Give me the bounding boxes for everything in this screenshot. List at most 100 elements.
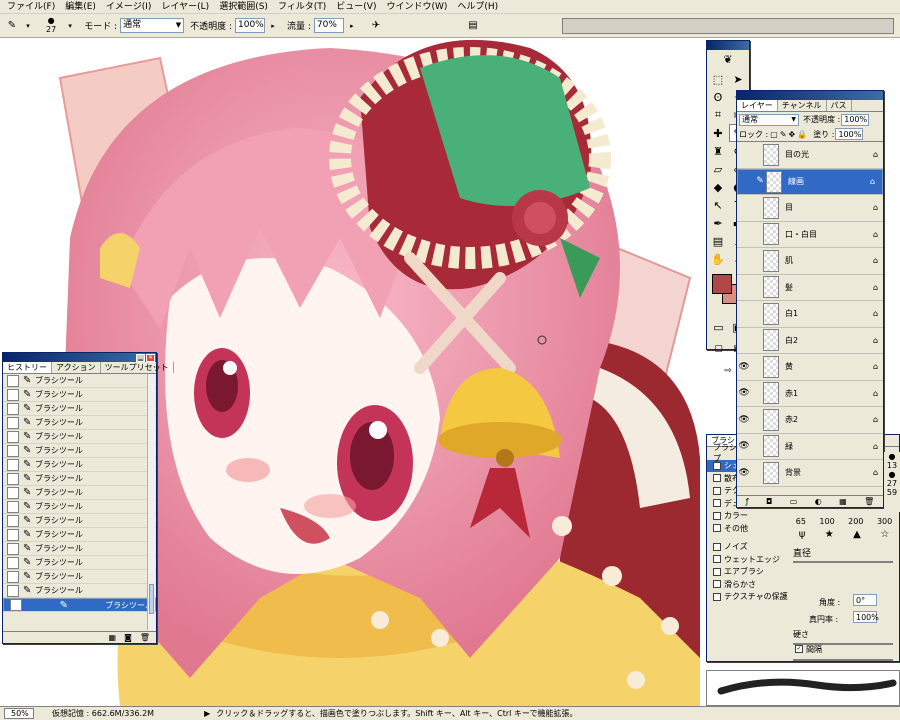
eye-icon[interactable]: 👁 xyxy=(737,388,751,398)
checkbox-icon[interactable] xyxy=(713,592,721,601)
history-item[interactable]: ✎ ブラシツール xyxy=(3,458,156,472)
history-item[interactable]: ✎ ブラシツール xyxy=(3,528,156,542)
layer-row[interactable]: 👁 赤1 ⌂ xyxy=(737,380,883,407)
checkbox-icon[interactable] xyxy=(713,486,721,495)
triangle-right-icon[interactable]: ▸ xyxy=(344,18,360,34)
lock-transparency-icon[interactable]: ▢ xyxy=(770,130,778,139)
history-source-checkbox[interactable] xyxy=(7,374,19,387)
layer-row[interactable]: 肌 ⌂ xyxy=(737,248,883,275)
menu-edit[interactable]: 編集(E) xyxy=(60,0,101,14)
checkbox-icon[interactable] xyxy=(713,499,721,508)
eye-icon[interactable]: 👁 xyxy=(737,415,751,425)
triangle-right-icon[interactable]: ▶ xyxy=(204,709,210,718)
grass-brush-icon[interactable]: ψ xyxy=(799,529,806,540)
history-source-checkbox[interactable] xyxy=(7,514,19,527)
lock-paint-icon[interactable]: ✎ xyxy=(780,130,787,139)
scroll-thumb[interactable] xyxy=(149,584,154,614)
healing-icon[interactable]: ✚ xyxy=(709,124,727,142)
history-source-checkbox[interactable] xyxy=(7,472,19,485)
close-icon[interactable]: ✕ xyxy=(146,353,155,362)
brush-option-item[interactable]: 滑らかさ xyxy=(707,578,789,591)
history-source-checkbox[interactable] xyxy=(7,500,19,513)
history-title-bar[interactable]: ▁ ✕ xyxy=(3,353,156,362)
brush-size[interactable]: 100 xyxy=(819,517,834,526)
layer-row[interactable]: 👁 背景 ⌂ xyxy=(737,460,883,487)
adjustment-layer-icon[interactable]: ◐ xyxy=(815,497,822,506)
history-item[interactable]: ✎ ブラシツール xyxy=(3,374,156,388)
file-browser-icon[interactable]: ▤ xyxy=(465,18,481,34)
brush-size[interactable]: 27 xyxy=(884,479,900,488)
checkbox-icon[interactable] xyxy=(713,542,721,551)
menu-view[interactable]: ビュー(V) xyxy=(331,0,381,14)
history-item[interactable]: ✎ ブラシツール xyxy=(3,570,156,584)
layer-row[interactable]: 目 ⌂ xyxy=(737,195,883,222)
history-source-checkbox[interactable] xyxy=(7,416,19,429)
spacing-slider[interactable] xyxy=(793,659,893,661)
jump-to-imageready-icon[interactable]: ⇨ xyxy=(719,362,737,380)
checkbox-icon[interactable] xyxy=(713,580,721,589)
triangle-right-icon[interactable]: ▸ xyxy=(265,18,281,34)
history-item[interactable]: ✎ ブラシツール xyxy=(3,542,156,556)
move-icon[interactable]: ➤ xyxy=(729,70,747,88)
layer-row[interactable]: 口・白目 ⌂ xyxy=(737,221,883,248)
pen-icon[interactable]: ✒ xyxy=(709,214,727,232)
menu-select[interactable]: 選択範囲(S) xyxy=(214,0,273,14)
layer-row[interactable]: 髪 ⌂ xyxy=(737,274,883,301)
history-item[interactable]: ✎ ブラシツール xyxy=(3,388,156,402)
stamp-icon[interactable]: ♜ xyxy=(709,142,727,160)
history-source-checkbox[interactable] xyxy=(7,570,19,583)
soft-brush-icon[interactable]: ▲ xyxy=(853,529,861,540)
history-source-checkbox[interactable] xyxy=(7,486,19,499)
history-scrollbar[interactable] xyxy=(147,374,155,630)
roundness-input[interactable]: 100% xyxy=(853,611,879,623)
eye-icon[interactable]: 👁 xyxy=(737,468,751,478)
tab-tool-presets[interactable]: ツールプリセット xyxy=(101,362,174,373)
new-document-icon[interactable]: ▦ xyxy=(109,633,117,642)
history-source-checkbox[interactable] xyxy=(7,388,19,401)
trash-icon[interactable]: 🗑 xyxy=(140,633,150,642)
layer-mask-icon[interactable]: ◘ xyxy=(766,497,772,506)
lock-move-icon[interactable]: ✥ xyxy=(789,130,796,139)
brush-option-item[interactable]: ノイズ xyxy=(707,541,789,554)
checkbox-checked-icon[interactable]: ✓ xyxy=(713,461,721,470)
tab-history[interactable]: ヒストリー xyxy=(3,362,52,373)
layer-row[interactable]: 👁 緑 ⌂ xyxy=(737,433,883,460)
lasso-icon[interactable]: ʘ xyxy=(709,88,727,106)
tools-title-bar[interactable] xyxy=(707,41,749,50)
history-source-checkbox[interactable] xyxy=(10,599,22,611)
history-item[interactable]: ✎ ブラシツール xyxy=(3,430,156,444)
tab-actions[interactable]: アクション xyxy=(52,362,101,373)
checkbox-icon[interactable] xyxy=(713,555,721,564)
fill-input[interactable]: 100% xyxy=(835,128,864,140)
menu-help[interactable]: ヘルプ(H) xyxy=(452,0,503,14)
brush-preset-picker[interactable]: ● 27 xyxy=(46,17,56,35)
brush-option-item[interactable]: ウェットエッジ xyxy=(707,553,789,566)
layer-row[interactable]: ✎ 線画 ⌂ xyxy=(737,168,883,195)
angle-input[interactable]: 0° xyxy=(853,594,877,606)
history-source-checkbox[interactable] xyxy=(7,584,19,597)
brush-option-item[interactable]: その他 xyxy=(707,522,789,535)
history-source-checkbox[interactable] xyxy=(7,556,19,569)
brush-option-item[interactable]: エアブラシ xyxy=(707,566,789,579)
diameter-slider[interactable] xyxy=(793,561,893,563)
layers-title-bar[interactable] xyxy=(737,91,883,100)
star-outline-brush-icon[interactable]: ☆ xyxy=(880,529,889,540)
history-item[interactable]: ✎ ブラシツール xyxy=(3,514,156,528)
menu-window[interactable]: ウインドウ(W) xyxy=(381,0,452,14)
standard-mode-icon[interactable]: ▭ xyxy=(710,318,728,336)
crop-icon[interactable]: ⌗ xyxy=(709,106,727,124)
brush-size[interactable]: 65 xyxy=(796,517,806,526)
screen-mode-icon[interactable]: ▢ xyxy=(710,340,728,358)
brush-dot-icon[interactable]: ● xyxy=(884,470,900,479)
history-item[interactable]: ✎ ブラシツール xyxy=(3,500,156,514)
spacing-option[interactable]: ✓ 間隔 xyxy=(789,643,822,656)
minimize-icon[interactable]: ▁ xyxy=(136,353,145,362)
history-source-checkbox[interactable] xyxy=(7,528,19,541)
brush-size[interactable]: 300 xyxy=(877,517,892,526)
layer-row[interactable]: 👁 赤2 ⌂ xyxy=(737,407,883,434)
history-item[interactable]: ✎ ブラシツール xyxy=(3,444,156,458)
brush-size[interactable]: 200 xyxy=(848,517,863,526)
layer-row[interactable]: 白2 ⌂ xyxy=(737,327,883,354)
history-item[interactable]: ✎ ブラシツール xyxy=(3,416,156,430)
hand-icon[interactable]: ✋ xyxy=(709,250,727,268)
